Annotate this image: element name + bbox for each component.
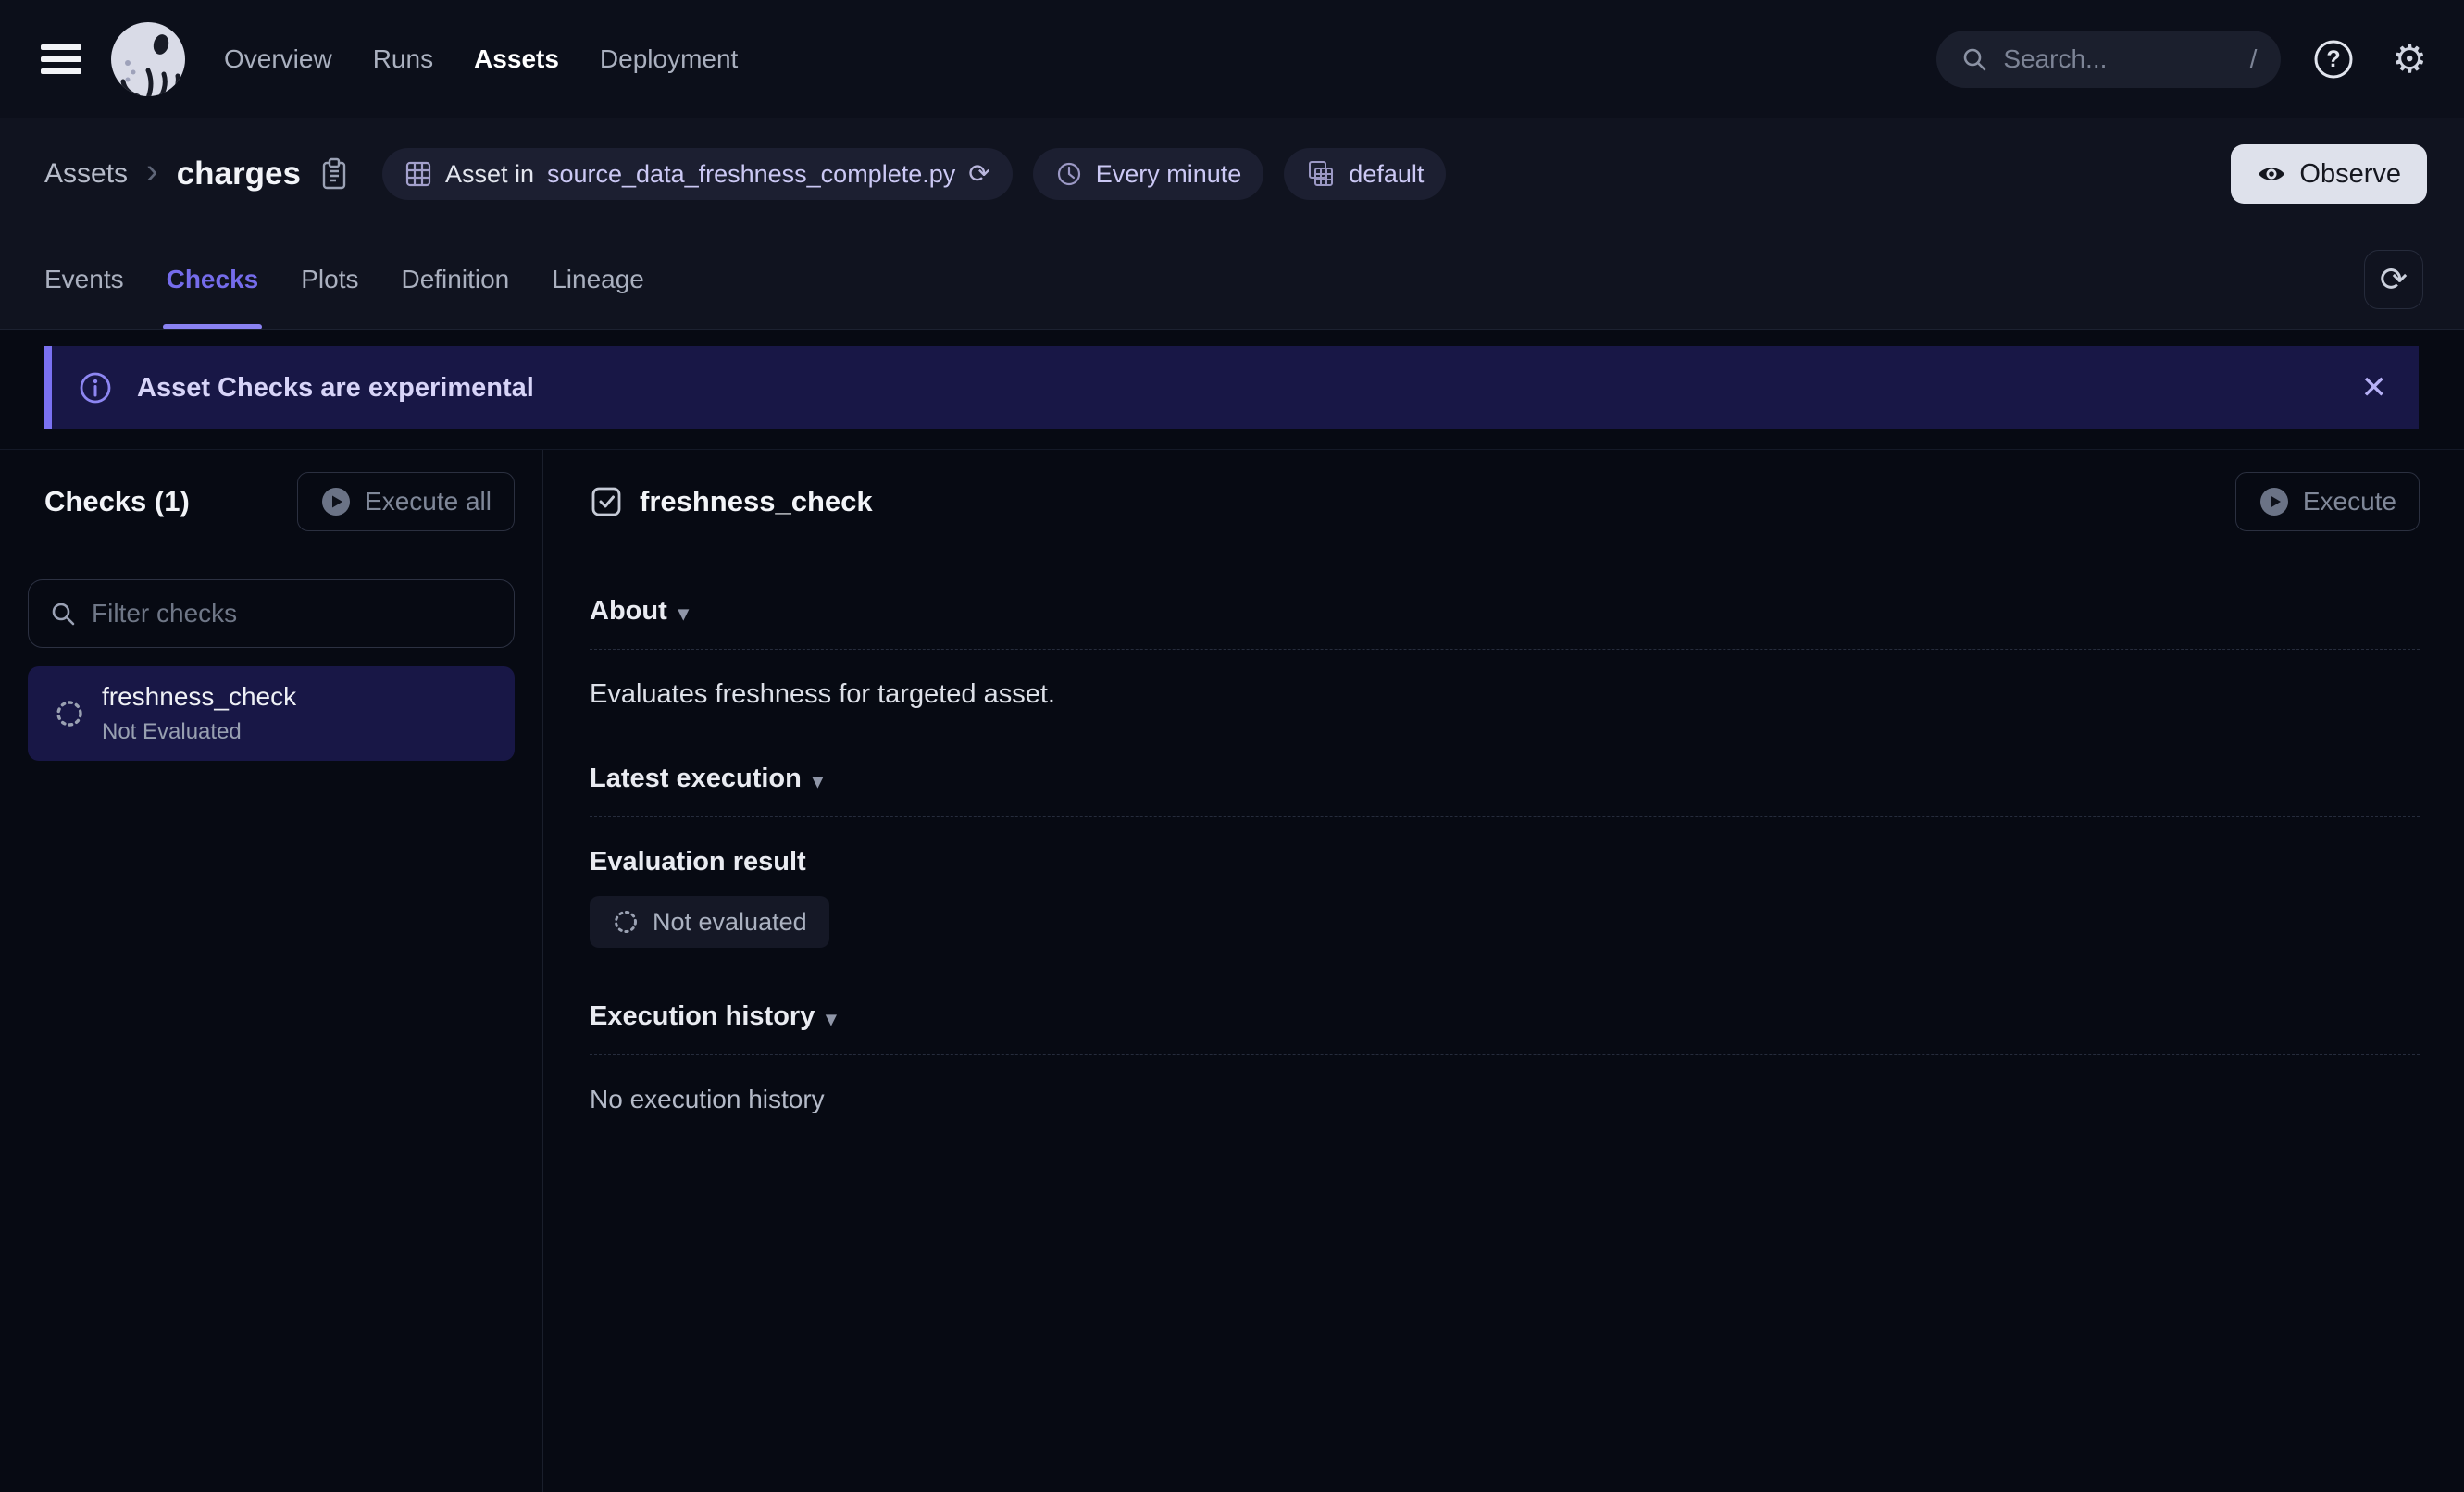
- copy-icon[interactable]: [319, 156, 349, 192]
- reload-definition-icon[interactable]: ⟳: [968, 161, 989, 187]
- global-search[interactable]: /: [1936, 31, 2281, 88]
- search-input[interactable]: [2003, 44, 2234, 74]
- check-box-icon: [590, 485, 623, 518]
- breadcrumb-assets-link[interactable]: Assets: [44, 158, 128, 190]
- check-detail-title: freshness_check: [640, 485, 873, 518]
- about-section: About ▾ Evaluates freshness for targeted…: [590, 596, 2420, 710]
- about-heading[interactable]: About ▾: [590, 596, 2420, 627]
- not-evaluated-spinner-icon: [54, 698, 85, 729]
- checks-count-title: Checks (1): [44, 485, 190, 518]
- execute-all-button[interactable]: Execute all: [297, 472, 515, 531]
- check-detail-panel: freshness_check Execute About: [543, 450, 2464, 1492]
- code-location-tag: default: [1284, 148, 1446, 200]
- asset-in-label: Asset in: [445, 160, 534, 189]
- filter-checks-input[interactable]: [92, 599, 493, 628]
- asset-subheader: Assets › charges As: [0, 118, 2464, 330]
- primary-nav: Overview Runs Assets Deployment: [224, 44, 738, 74]
- app: Overview Runs Assets Deployment / ? ⚙: [0, 0, 2464, 1492]
- not-evaluated-spinner-icon: [612, 908, 640, 936]
- tab-checks[interactable]: Checks: [167, 230, 259, 329]
- caret-down-icon: ▾: [678, 602, 689, 626]
- table-icon: [404, 160, 432, 188]
- freshness-policy-label: Every minute: [1096, 160, 1242, 189]
- checks-layout: Checks (1) Execute all: [0, 449, 2464, 1492]
- check-detail-body: About ▾ Evaluates freshness for targeted…: [543, 553, 2464, 1114]
- eye-icon: [2257, 164, 2286, 184]
- filter-checks-box[interactable]: [28, 579, 515, 648]
- divider: [590, 649, 2420, 650]
- execution-history-empty: No execution history: [590, 1085, 2420, 1114]
- tab-plots[interactable]: Plots: [301, 230, 358, 329]
- divider: [590, 1054, 2420, 1055]
- page-title: charges: [177, 155, 301, 193]
- search-icon: [49, 600, 77, 628]
- breadcrumb: Assets › charges As: [0, 118, 2464, 230]
- tab-events[interactable]: Events: [44, 230, 124, 329]
- tab-lineage[interactable]: Lineage: [552, 230, 644, 329]
- refresh-button[interactable]: ⟳: [2364, 250, 2423, 309]
- checks-list-body: freshness_check Not Evaluated: [0, 553, 542, 787]
- play-circle-icon: [320, 486, 352, 517]
- tab-definition[interactable]: Definition: [401, 230, 509, 329]
- help-icon[interactable]: ?: [2312, 38, 2355, 81]
- execution-history-heading[interactable]: Execution history ▾: [590, 1001, 2420, 1032]
- observe-button[interactable]: Observe: [2231, 144, 2427, 204]
- execute-button[interactable]: Execute: [2235, 472, 2420, 531]
- check-list-item[interactable]: freshness_check Not Evaluated: [28, 666, 515, 761]
- nav-overview[interactable]: Overview: [224, 44, 332, 74]
- asset-definition-tag: Asset in source_data_freshness_complete.…: [382, 148, 1013, 200]
- evaluation-result-badge: Not evaluated: [590, 896, 829, 948]
- evaluation-result-label: Evaluation result: [590, 847, 2420, 877]
- nav-deployment[interactable]: Deployment: [600, 44, 738, 74]
- close-icon[interactable]: ✕: [2361, 372, 2388, 404]
- latest-execution-heading[interactable]: Latest execution ▾: [590, 764, 2420, 794]
- latest-execution-section: Latest execution ▾ Evaluation result Not…: [590, 764, 2420, 948]
- freshness-policy-tag: Every minute: [1033, 148, 1264, 200]
- checks-list-header: Checks (1) Execute all: [0, 450, 542, 553]
- experimental-banner: Asset Checks are experimental ✕: [44, 346, 2419, 429]
- check-detail-header: freshness_check Execute: [543, 450, 2464, 553]
- caret-down-icon: ▾: [813, 769, 823, 793]
- asset-file-link[interactable]: source_data_freshness_complete.py: [547, 160, 955, 189]
- check-name: freshness_check: [102, 682, 296, 712]
- nav-runs[interactable]: Runs: [373, 44, 433, 74]
- banner-text: Asset Checks are experimental: [137, 373, 534, 404]
- code-location-label: default: [1349, 160, 1424, 189]
- banner-zone: Asset Checks are experimental ✕: [0, 330, 2464, 449]
- settings-gear-icon[interactable]: ⚙: [2392, 40, 2427, 79]
- svg-text:?: ?: [2327, 46, 2341, 72]
- search-icon: [1960, 45, 1988, 73]
- search-shortcut-hint: /: [2250, 44, 2258, 74]
- code-location-icon: [1306, 159, 1336, 189]
- about-description: Evaluates freshness for targeted asset.: [590, 679, 2420, 710]
- play-circle-icon: [2259, 486, 2290, 517]
- menu-icon[interactable]: [41, 44, 83, 74]
- caret-down-icon: ▾: [826, 1007, 836, 1031]
- check-status: Not Evaluated: [102, 719, 296, 745]
- execution-history-section: Execution history ▾ No execution history: [590, 1001, 2420, 1114]
- asset-tabs: Events Checks Plots Definition Lineage ⟳: [0, 230, 2464, 329]
- dagster-logo-icon[interactable]: [107, 19, 189, 100]
- chevron-right-icon: ›: [146, 154, 158, 189]
- divider: [590, 816, 2420, 817]
- nav-assets[interactable]: Assets: [474, 44, 559, 74]
- info-icon: [78, 370, 113, 405]
- top-nav: Overview Runs Assets Deployment / ? ⚙: [0, 0, 2464, 118]
- asset-tags: Asset in source_data_freshness_complete.…: [382, 148, 1446, 200]
- checks-list-panel: Checks (1) Execute all: [0, 450, 543, 1492]
- clock-icon: [1055, 160, 1083, 188]
